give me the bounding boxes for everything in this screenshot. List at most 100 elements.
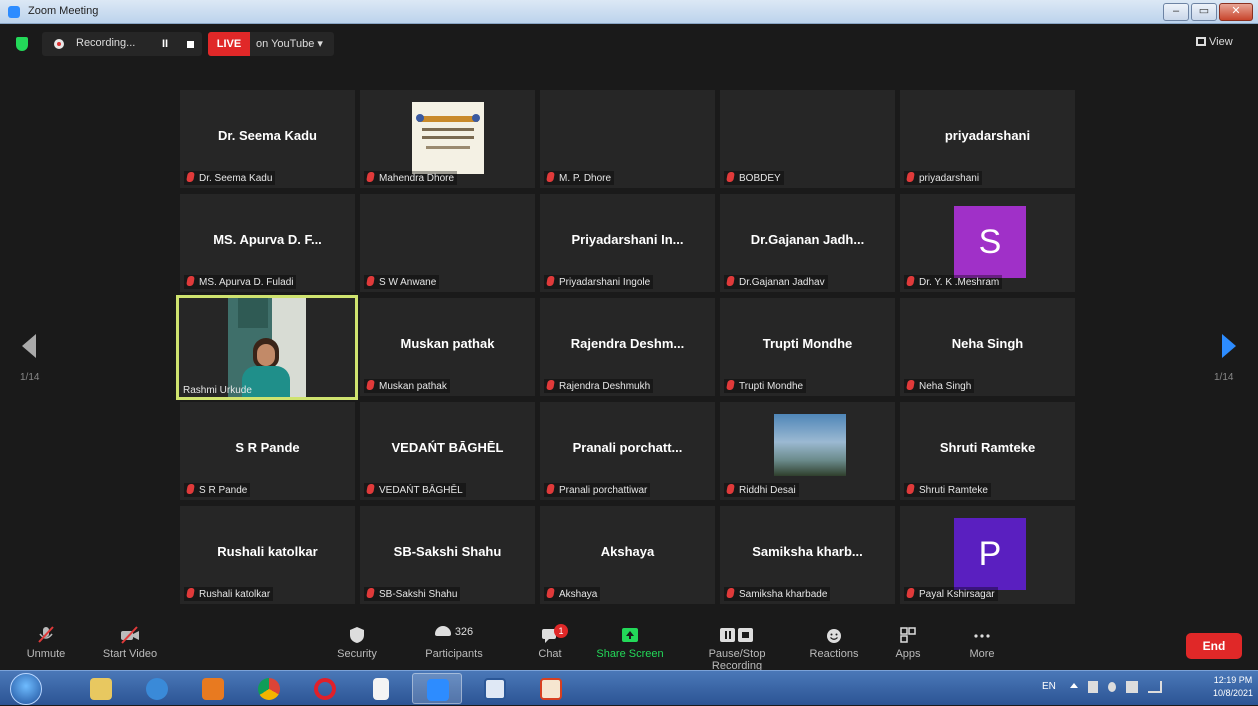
participant-tile[interactable]: S W Anwane: [360, 194, 535, 292]
participant-name-tag: Muskan pathak: [364, 379, 450, 393]
participants-count: 326: [454, 626, 474, 638]
active-speaker-tile[interactable]: Rashmi Urkude: [176, 295, 358, 400]
pause-recording-button[interactable]: II: [162, 38, 168, 50]
internet-explorer-icon: [146, 678, 168, 700]
participant-display-name: Rushali katolkar: [217, 544, 318, 559]
document-icon: [373, 678, 389, 700]
taskbar-media-player[interactable]: [188, 673, 238, 704]
participant-avatar: S: [954, 206, 1026, 278]
participant-tile[interactable]: S Dr. Y. K .Meshram: [900, 194, 1075, 292]
device-icon[interactable]: [1088, 681, 1098, 693]
participant-tile[interactable]: Riddhi Desai: [720, 402, 895, 500]
more-dots-icon: [974, 634, 990, 638]
recording-dot-icon: [54, 39, 64, 49]
stop-recording-button[interactable]: [187, 41, 194, 48]
livestream-indicator[interactable]: LIVE on YouTube ▾: [208, 32, 334, 56]
participant-tile[interactable]: Akshaya Akshaya: [540, 506, 715, 604]
previous-page-arrow-icon[interactable]: [22, 334, 36, 358]
language-indicator[interactable]: EN: [1042, 681, 1056, 692]
participant-display-name: Pranali porchatt...: [572, 440, 683, 455]
participant-display-name: Rajendra Deshm...: [570, 336, 685, 351]
reactions-button[interactable]: Reactions: [794, 626, 874, 660]
participant-tile[interactable]: Dr. Seema Kadu Dr. Seema Kadu: [180, 90, 355, 188]
participant-tile[interactable]: Rushali katolkar Rushali katolkar: [180, 506, 355, 604]
close-button[interactable]: ✕: [1219, 3, 1253, 21]
participant-tile[interactable]: SB-Sakshi Shahu SB-Sakshi Shahu: [360, 506, 535, 604]
participant-name-tag: M. P. Dhore: [544, 171, 615, 185]
grid-view-icon: [1196, 37, 1206, 46]
minimize-button[interactable]: –: [1163, 3, 1189, 21]
participant-tile[interactable]: priyadarshani priyadarshani: [900, 90, 1075, 188]
share-screen-button[interactable]: Share Screen: [590, 626, 670, 660]
action-center-icon[interactable]: [1126, 681, 1138, 693]
chat-button[interactable]: 1 Chat: [510, 624, 590, 660]
taskbar-opera[interactable]: [300, 673, 350, 704]
pause-stop-recording-button[interactable]: Pause/Stop Recording: [682, 626, 792, 672]
participant-display-name: Trupti Mondhe: [762, 336, 853, 351]
participant-display-name: VEDAŃT BĀGHĒL: [391, 440, 504, 455]
taskbar-chrome[interactable]: [244, 673, 294, 704]
view-button[interactable]: View: [1196, 36, 1233, 48]
participant-display-name: Priyadarshani In...: [571, 232, 684, 247]
start-video-button[interactable]: Start Video: [90, 626, 170, 660]
livestream-target[interactable]: on YouTube ▾: [256, 37, 323, 50]
view-label: View: [1209, 36, 1233, 48]
next-page-arrow-icon[interactable]: [1222, 334, 1236, 358]
shield-icon: [350, 627, 364, 643]
participant-tile[interactable]: S R Pande S R Pande: [180, 402, 355, 500]
apps-label: Apps: [895, 648, 921, 660]
participant-name-tag: Shruti Ramteke: [904, 483, 991, 497]
participant-tile[interactable]: Rajendra Deshm... Rajendra Deshmukh: [540, 298, 715, 396]
folder-icon: [90, 678, 112, 700]
participant-tile[interactable]: Pranali porchatt... Pranali porchattiwar: [540, 402, 715, 500]
participant-tile[interactable]: Muskan pathak Muskan pathak: [360, 298, 535, 396]
taskbar-internet-explorer[interactable]: [132, 673, 182, 704]
participant-tile[interactable]: Priyadarshani In... Priyadarshani Ingole: [540, 194, 715, 292]
participant-name-tag: Rashmi Urkude: [183, 385, 252, 396]
muted-mic-icon: [366, 588, 375, 598]
taskbar-zoom[interactable]: [412, 673, 462, 704]
recording-indicator: Recording... II: [42, 32, 202, 56]
muted-mic-icon: [726, 172, 735, 182]
taskbar-document[interactable]: [356, 673, 406, 704]
end-meeting-button[interactable]: End: [1186, 633, 1242, 659]
participant-tile[interactable]: MS. Apurva D. F... MS. Apurva D. Fuladi: [180, 194, 355, 292]
participant-tile[interactable]: P Payal Kshirsagar: [900, 506, 1075, 604]
page-indicator-left: 1/14: [20, 372, 40, 383]
muted-mic-icon: [726, 484, 735, 494]
maximize-button[interactable]: ▭: [1191, 3, 1217, 21]
participant-tile[interactable]: Neha Singh Neha Singh: [900, 298, 1075, 396]
opera-icon: [314, 678, 336, 700]
apps-button[interactable]: Apps: [868, 626, 948, 660]
taskbar-clock[interactable]: 12:19 PM 10/8/2021: [1208, 674, 1258, 700]
participant-tile[interactable]: VEDAŃT BĀGHĒL VEDAŃT BĀGHĒL: [360, 402, 535, 500]
participant-avatar: P: [954, 518, 1026, 590]
security-button[interactable]: Security: [317, 626, 397, 660]
taskbar-file-explorer[interactable]: [76, 673, 126, 704]
participant-name-tag: S W Anwane: [364, 275, 440, 289]
participant-tile[interactable]: Samiksha kharb... Samiksha kharbade: [720, 506, 895, 604]
participant-tile[interactable]: BOBDEY: [720, 90, 895, 188]
participant-name-tag: Dr.Gajanan Jadhav: [724, 275, 828, 289]
muted-mic-icon: [366, 484, 375, 494]
meeting-topbar: Recording... II LIVE on YouTube ▾ View: [0, 24, 1258, 64]
network-signal-icon[interactable]: [1148, 681, 1162, 693]
participant-name-tag: Dr. Seema Kadu: [184, 171, 276, 185]
participant-tile[interactable]: Dr.Gajanan Jadh... Dr.Gajanan Jadhav: [720, 194, 895, 292]
participant-tile[interactable]: Shruti Ramteke Shruti Ramteke: [900, 402, 1075, 500]
participant-tile[interactable]: Trupti Mondhe Trupti Mondhe: [720, 298, 895, 396]
participant-tile[interactable]: M. P. Dhore: [540, 90, 715, 188]
show-hidden-icons-icon[interactable]: [1070, 683, 1078, 688]
participant-tile[interactable]: Mahendra Dhore: [360, 90, 535, 188]
taskbar-word[interactable]: [470, 673, 520, 704]
windows-start-button[interactable]: [10, 673, 42, 705]
taskbar-app[interactable]: [526, 673, 576, 704]
unmute-button[interactable]: Unmute: [6, 626, 86, 660]
window-titlebar: Zoom Meeting – ▭ ✕: [0, 0, 1258, 24]
security-shield-icon[interactable]: [16, 37, 28, 51]
participant-video-feed: [228, 298, 306, 397]
more-button[interactable]: More: [942, 626, 1022, 660]
participant-display-name: Dr.Gajanan Jadh...: [750, 232, 865, 247]
participants-button[interactable]: 326 Participants: [414, 626, 494, 660]
volume-icon[interactable]: [1108, 682, 1116, 692]
